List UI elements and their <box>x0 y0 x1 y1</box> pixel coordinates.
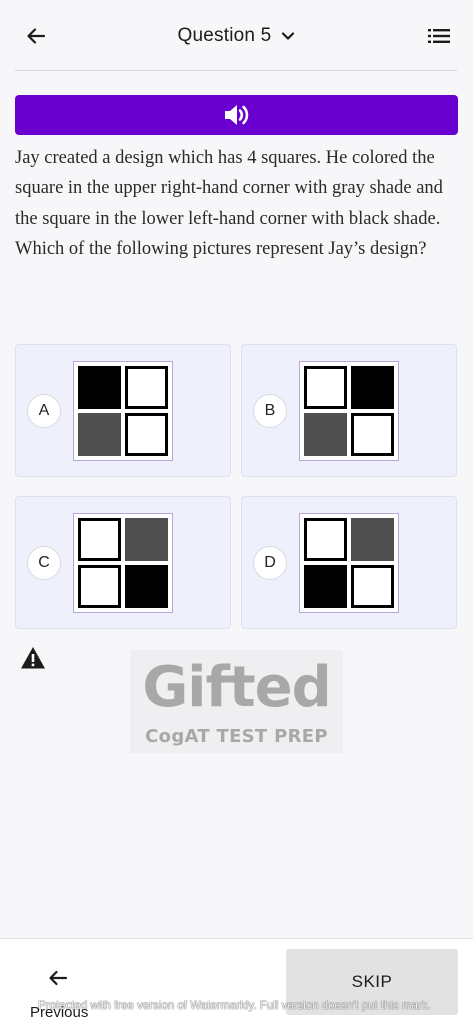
square-white <box>351 413 394 456</box>
option-b[interactable]: B <box>241 344 457 477</box>
option-letter: A <box>27 393 61 428</box>
square-white <box>78 518 121 561</box>
square-gray <box>78 413 121 456</box>
top-bar: Question 5 <box>0 0 473 72</box>
play-audio-button[interactable] <box>15 95 458 135</box>
header-divider <box>15 70 457 71</box>
square-black <box>125 565 168 608</box>
speaker-icon <box>224 105 248 125</box>
option-letter: C <box>27 545 61 580</box>
question-list-button[interactable] <box>425 22 453 50</box>
option-c[interactable]: C <box>15 496 231 629</box>
watermark-text: Protected with free version of Watermark… <box>38 1000 431 1012</box>
square-gray <box>351 518 394 561</box>
list-icon <box>428 29 450 43</box>
report-issue-button[interactable] <box>20 646 46 670</box>
square-gray <box>304 413 347 456</box>
warning-icon <box>21 647 45 669</box>
option-picture <box>299 513 399 613</box>
square-white <box>125 366 168 409</box>
option-picture <box>73 513 173 613</box>
option-picture <box>299 361 399 461</box>
logo-title: Gifted <box>142 655 331 720</box>
question-text: Jay created a design which has 4 squares… <box>15 148 443 259</box>
option-picture <box>73 361 173 461</box>
option-a[interactable]: A <box>15 344 231 477</box>
square-black <box>351 366 394 409</box>
logo-subtitle: CogAT TEST PREP <box>145 726 328 747</box>
square-white <box>78 565 121 608</box>
option-d[interactable]: D <box>241 496 457 629</box>
square-gray <box>125 518 168 561</box>
square-white <box>304 366 347 409</box>
square-black <box>304 565 347 608</box>
page-title: Question 5 <box>177 25 272 46</box>
square-white <box>125 413 168 456</box>
square-white <box>304 518 347 561</box>
gifted-logo: Gifted CogAT TEST PREP <box>130 650 343 753</box>
question-selector[interactable]: Question 5 <box>0 22 473 50</box>
square-black <box>78 366 121 409</box>
option-letter: D <box>253 545 287 580</box>
arrow-left-icon <box>49 970 68 986</box>
square-white <box>351 565 394 608</box>
option-letter: B <box>253 393 287 428</box>
chevron-down-icon[interactable] <box>281 31 295 41</box>
